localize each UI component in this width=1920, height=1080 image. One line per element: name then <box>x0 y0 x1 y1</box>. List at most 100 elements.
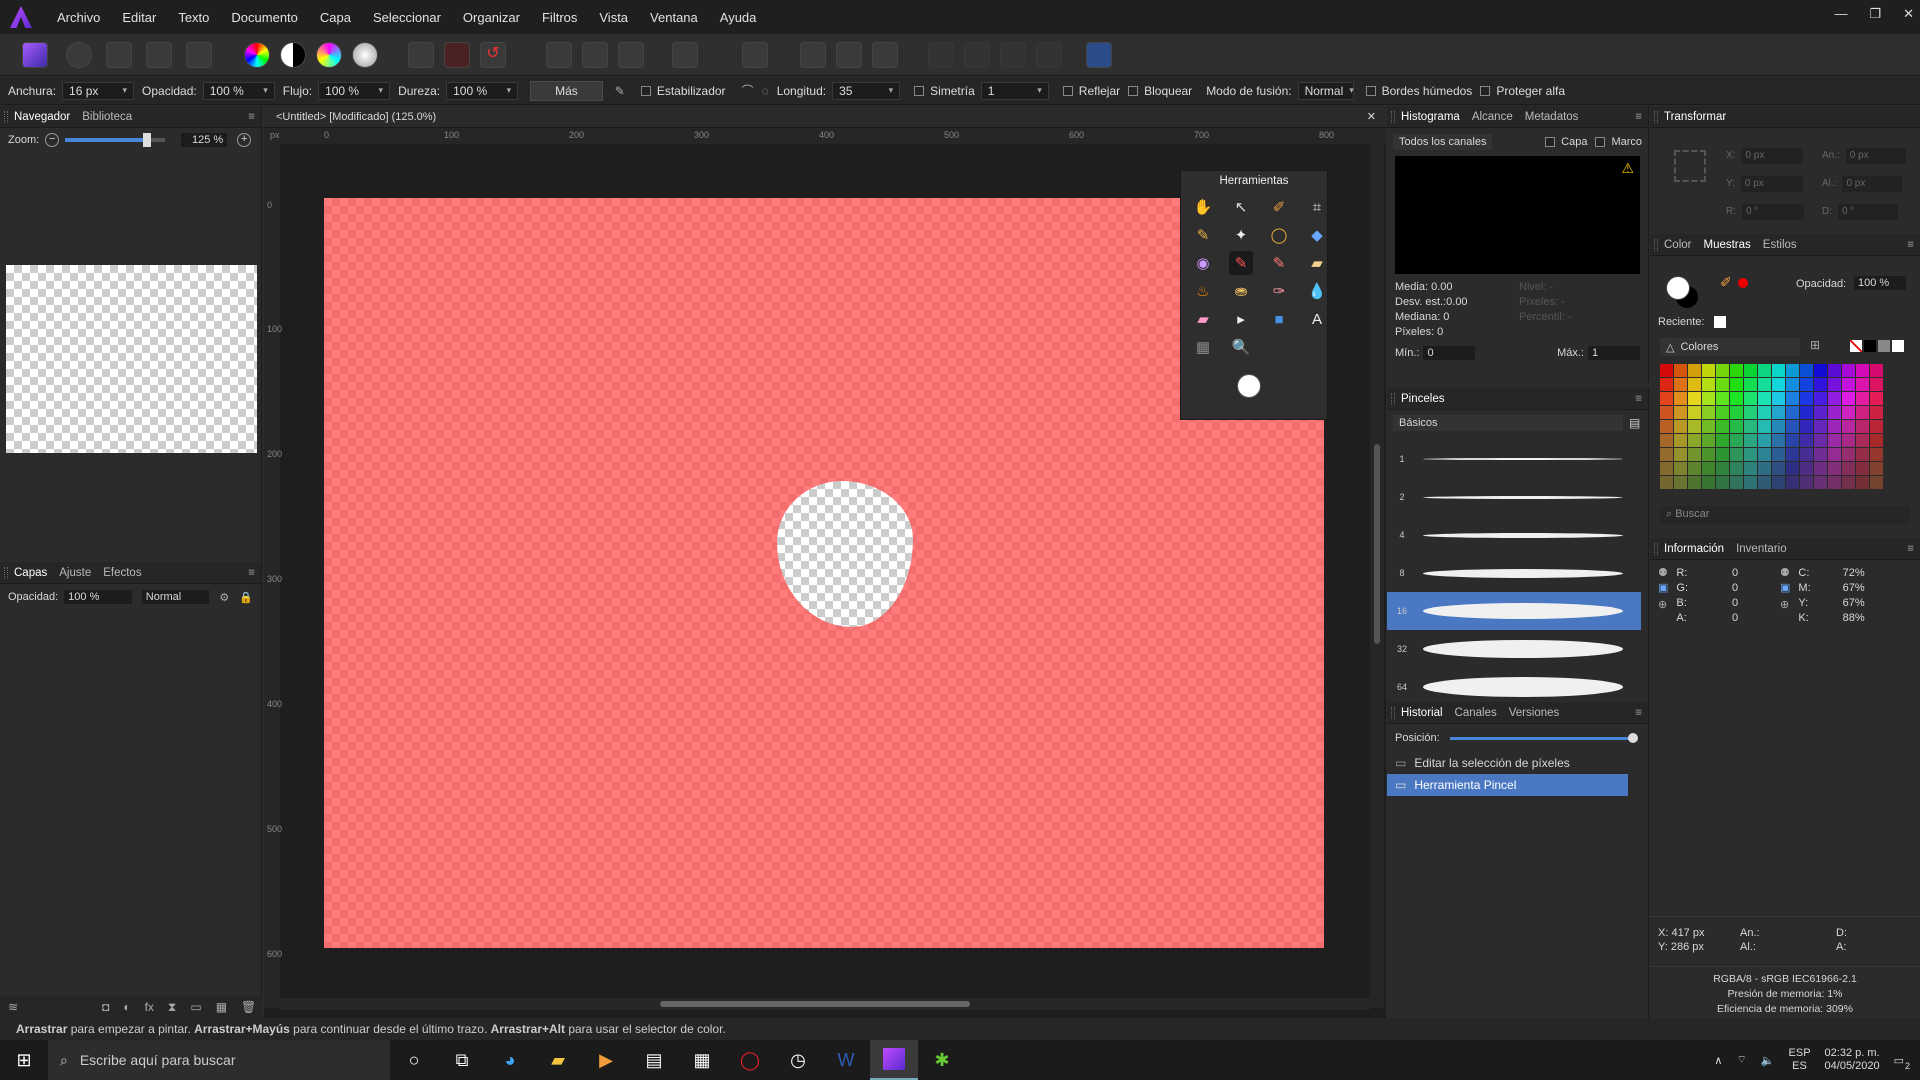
zoom-out-icon[interactable]: − <box>45 133 60 147</box>
frame-checkbox[interactable] <box>1595 137 1606 147</box>
color-swatch[interactable] <box>1842 420 1855 433</box>
color-swatch[interactable] <box>1856 406 1869 419</box>
color-swatch[interactable] <box>1716 406 1729 419</box>
clock-app-icon[interactable]: ◷ <box>774 1040 822 1080</box>
word-icon[interactable]: W <box>822 1040 870 1080</box>
windows-start-icon[interactable]: ⊞ <box>0 1040 48 1080</box>
color-swatch[interactable] <box>1772 406 1785 419</box>
tab-effects[interactable]: Efectos <box>97 567 147 579</box>
color-swatch[interactable] <box>1674 434 1687 447</box>
transform-y[interactable]: 0 px <box>1740 176 1803 192</box>
color-swatch[interactable] <box>1744 392 1757 405</box>
color-swatch[interactable] <box>1744 448 1757 461</box>
menu-vista[interactable]: Vista <box>588 10 639 25</box>
swatch-search[interactable]: ⌕ Buscar <box>1660 506 1910 524</box>
color-swatch[interactable] <box>1786 420 1799 433</box>
color-swatch[interactable] <box>1730 476 1743 489</box>
export-persona-icon[interactable] <box>186 42 212 68</box>
fill-tool-icon[interactable]: ◆ <box>1305 223 1329 247</box>
zoom-field[interactable]: 125 % <box>181 133 228 147</box>
color-swatch[interactable] <box>1758 364 1771 377</box>
calculator-icon[interactable]: ▦ <box>678 1040 726 1080</box>
mask-icon[interactable]: ◘ <box>102 1000 109 1014</box>
color-swatch[interactable] <box>1800 392 1813 405</box>
tab-layers[interactable]: Capas <box>8 567 53 579</box>
tab-library[interactable]: Biblioteca <box>76 111 138 123</box>
color-swatch[interactable] <box>1660 476 1673 489</box>
swatches-menu-icon[interactable]: ≡ <box>1907 239 1914 251</box>
color-swatch[interactable] <box>1828 462 1841 475</box>
color-swatch[interactable] <box>1716 364 1729 377</box>
color-swatch[interactable] <box>1758 462 1771 475</box>
color-swatch[interactable] <box>1688 462 1701 475</box>
volume-icon[interactable]: 🔈 <box>1761 1054 1775 1067</box>
color-swatch[interactable] <box>1814 434 1827 447</box>
menu-organizar[interactable]: Organizar <box>452 10 531 25</box>
transform-w[interactable]: 0 px <box>1845 148 1906 164</box>
menu-texto[interactable]: Texto <box>167 10 220 25</box>
tab-swatches[interactable]: Muestras <box>1697 239 1756 251</box>
hardness-field[interactable]: 100 % <box>446 81 519 100</box>
color-swatch[interactable] <box>1730 364 1743 377</box>
node-tool-icon[interactable]: ▸ <box>1229 307 1253 331</box>
color-swatch[interactable] <box>1660 420 1673 433</box>
color-swatch[interactable] <box>1786 406 1799 419</box>
menu-ventana[interactable]: Ventana <box>639 10 709 25</box>
color-swatch[interactable] <box>1730 462 1743 475</box>
flow-field[interactable]: 100 % <box>318 81 391 100</box>
color-swatch[interactable] <box>1856 462 1869 475</box>
color-swatch[interactable] <box>1814 378 1827 391</box>
blend-mode-select[interactable]: Normal <box>1297 81 1354 100</box>
select-all-icon[interactable] <box>546 42 572 68</box>
color-swatch[interactable] <box>1730 420 1743 433</box>
adjustment-icon[interactable]: ◐ <box>123 1000 130 1014</box>
layer-lock-icon[interactable]: 🔒 <box>239 591 253 604</box>
tab-brushes[interactable]: Pinceles <box>1395 393 1450 405</box>
group-icon[interactable]: ▭ <box>190 1000 201 1014</box>
eyedropper-icon[interactable]: ✐ <box>1720 274 1732 291</box>
color-swatch[interactable] <box>1702 364 1715 377</box>
color-swatch[interactable] <box>1870 448 1883 461</box>
color-swatch[interactable] <box>1870 392 1883 405</box>
transform-r[interactable]: 0 ° <box>1742 204 1804 220</box>
tab-channels[interactable]: Canales <box>1449 707 1503 719</box>
lock-checkbox[interactable] <box>1128 85 1139 96</box>
stabilizer-checkbox[interactable] <box>640 85 651 96</box>
mirror-checkbox[interactable] <box>1062 85 1073 96</box>
menu-filtros[interactable]: Filtros <box>531 10 588 25</box>
brush-category-select[interactable]: Básicos <box>1393 415 1623 431</box>
grid-icon[interactable] <box>408 42 434 68</box>
color-swatch[interactable] <box>1786 462 1799 475</box>
brush-item-selected[interactable]: 16 <box>1387 592 1641 630</box>
color-swatch[interactable] <box>1800 434 1813 447</box>
arrange-front-icon[interactable] <box>872 42 898 68</box>
color-swatch[interactable] <box>1744 434 1757 447</box>
clone-tool-icon[interactable]: ⛂ <box>1229 279 1253 303</box>
gray-swatch[interactable] <box>1878 340 1890 352</box>
brush-item[interactable]: 2 <box>1387 478 1641 516</box>
navigator-preview[interactable] <box>6 265 257 453</box>
color-swatch[interactable] <box>1688 448 1701 461</box>
horizontal-scrollbar[interactable] <box>280 998 1370 1010</box>
color-swatch[interactable] <box>1828 476 1841 489</box>
flip-icon[interactable] <box>1000 42 1026 68</box>
color-swatch[interactable] <box>1842 476 1855 489</box>
color-swatch[interactable] <box>1744 378 1757 391</box>
brush-item[interactable]: 8 <box>1387 554 1641 592</box>
history-item-selected[interactable]: ▭ Herramienta Pincel <box>1387 774 1628 796</box>
color-swatch[interactable] <box>1674 448 1687 461</box>
color-swatch[interactable] <box>1660 392 1673 405</box>
color-swatch[interactable] <box>1870 378 1883 391</box>
more-button[interactable]: Más <box>530 80 603 101</box>
color-swatch[interactable] <box>1660 434 1673 447</box>
app-icon[interactable]: ▤ <box>630 1040 678 1080</box>
protect-alpha-checkbox[interactable] <box>1480 85 1491 96</box>
color-swatch[interactable] <box>1786 434 1799 447</box>
arrange-forward-icon[interactable] <box>836 42 862 68</box>
levels-icon[interactable] <box>244 42 270 68</box>
snapping-icon[interactable]: ↺ <box>480 42 506 68</box>
tab-scope[interactable]: Alcance <box>1466 111 1519 123</box>
quick-mask-icon[interactable] <box>672 42 698 68</box>
window-mode-icon[interactable]: ◌ <box>762 84 769 98</box>
minimize-button[interactable]: — <box>1834 6 1847 22</box>
